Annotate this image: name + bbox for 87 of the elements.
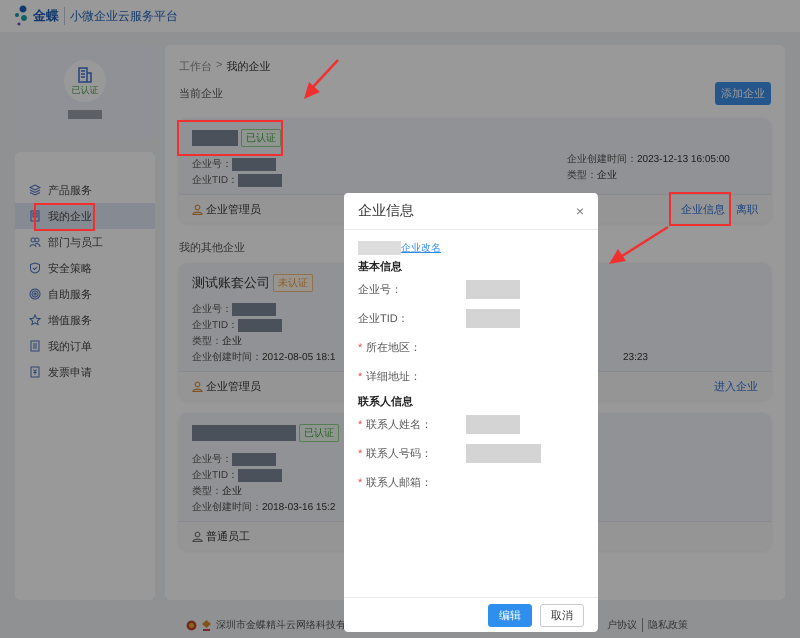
- field-label: 企业号：: [358, 283, 403, 297]
- field-label: 企业创建时间：: [192, 500, 262, 514]
- field-label: 所在地区：: [366, 341, 422, 355]
- dialog-title: 企业信息: [358, 202, 414, 220]
- doc-icon: [29, 340, 41, 352]
- target-icon: [29, 288, 41, 300]
- redacted-company-name: [358, 241, 401, 255]
- required-mark: *: [358, 476, 364, 488]
- field-value: 企业: [222, 334, 242, 348]
- field-label: 联系人号码：: [366, 446, 433, 461]
- company-name: 测试账套公司: [192, 274, 270, 292]
- required-mark: *: [358, 418, 364, 430]
- annotation-box: [34, 203, 95, 231]
- logo-dots-icon: [14, 5, 30, 27]
- star-icon: [29, 314, 41, 326]
- required-mark: *: [358, 448, 364, 460]
- shield-icon: [29, 262, 41, 274]
- field-label: 详细地址：: [366, 370, 422, 384]
- sidebar-item[interactable]: 部门与员工: [15, 229, 155, 255]
- product-name: 小微企业云服务平台: [69, 8, 178, 24]
- sidebar-item[interactable]: 我的企业: [15, 203, 155, 229]
- add-company-button[interactable]: 添加企业: [715, 82, 771, 105]
- book-icon: [29, 210, 41, 222]
- layers-icon: [29, 184, 41, 196]
- sidebar-item[interactable]: 产品服务: [15, 177, 155, 203]
- section-title: 当前企业: [179, 87, 223, 101]
- field-label: 类型：: [192, 334, 222, 348]
- annotation-box: [669, 192, 731, 226]
- field-label: 企业TID：: [358, 312, 410, 326]
- field-value: 2012-08-05 18:1: [262, 352, 336, 362]
- field-value: 2018-03-16 15:2: [262, 502, 336, 512]
- status-badge: 已认证: [299, 424, 339, 442]
- badge-icon: [202, 620, 211, 630]
- building-icon: [76, 66, 94, 84]
- role-label: 普通员工: [206, 530, 250, 544]
- role-label: 企业管理员: [206, 202, 261, 216]
- cancel-button[interactable]: 取消: [540, 604, 584, 626]
- required-mark: *: [358, 342, 364, 354]
- company-info-text: 深圳市金蝶精斗云网络科技有: [216, 618, 346, 632]
- footer-link[interactable]: 隐私政策: [643, 618, 693, 632]
- close-button[interactable]: ×: [576, 203, 584, 219]
- people-icon: [29, 236, 41, 248]
- edit-button[interactable]: 编辑: [488, 604, 532, 626]
- enter-company-link[interactable]: 进入企业: [714, 378, 758, 394]
- field-label: 联系人姓名：: [366, 418, 433, 432]
- sidebar-item[interactable]: 增值服务: [15, 307, 155, 333]
- breadcrumb-current: 我的企业: [226, 60, 270, 75]
- field-label: 企业TID：: [192, 174, 238, 187]
- field-label: 企业创建时间：: [192, 350, 262, 364]
- action-link[interactable]: 企业信息: [681, 202, 725, 216]
- required-mark: *: [358, 370, 364, 382]
- field-value: 23:23: [622, 352, 648, 362]
- status-badge: 未认证: [273, 274, 313, 292]
- sidebar-item[interactable]: 自助服务: [15, 281, 155, 307]
- section-heading: 基本信息: [358, 260, 403, 275]
- emblem-icon: [186, 620, 197, 630]
- breadcrumb-link[interactable]: 工作台: [179, 59, 212, 75]
- sidebar-item[interactable]: 安全策略: [15, 255, 155, 281]
- sidebar-item[interactable]: 发票申请: [15, 359, 155, 385]
- role-label: 企业管理员: [206, 380, 261, 394]
- redacted-company-name: [192, 130, 238, 146]
- section-heading: 联系人信息: [358, 394, 414, 410]
- sidebar-item[interactable]: 我的订单: [15, 333, 155, 359]
- rename-link[interactable]: 企业改名: [401, 241, 441, 255]
- field-value: 企业: [597, 168, 617, 182]
- footer-link[interactable]: 户协议: [607, 618, 643, 632]
- field-label: 企业创建时间：: [567, 152, 637, 166]
- field-value: 2023-12-13 16:05:00: [637, 154, 730, 164]
- invoice-icon: [29, 366, 41, 378]
- field-label: 联系人邮箱：: [366, 476, 433, 490]
- action-link[interactable]: 离职: [736, 202, 758, 216]
- field-label: 类型：: [567, 168, 597, 182]
- annotation-arrow: [609, 226, 669, 264]
- field-label: 企业TID：: [192, 318, 238, 332]
- redacted-name: [68, 110, 102, 119]
- field-label: 企业号：: [192, 302, 232, 316]
- breadcrumb-separator: >: [216, 59, 222, 73]
- field-label: 类型：: [192, 484, 222, 498]
- brand-name: 金蝶: [33, 7, 65, 25]
- field-label: 企业TID：: [192, 468, 238, 482]
- field-label: 企业号：: [192, 452, 232, 466]
- field-value: 企业: [222, 484, 242, 498]
- annotation-arrow: [304, 59, 339, 99]
- verified-status: 已认证: [72, 84, 98, 96]
- field-label: 企业号：: [192, 158, 232, 171]
- section-title: 我的其他企业: [179, 241, 245, 255]
- status-badge: 已认证: [241, 129, 281, 147]
